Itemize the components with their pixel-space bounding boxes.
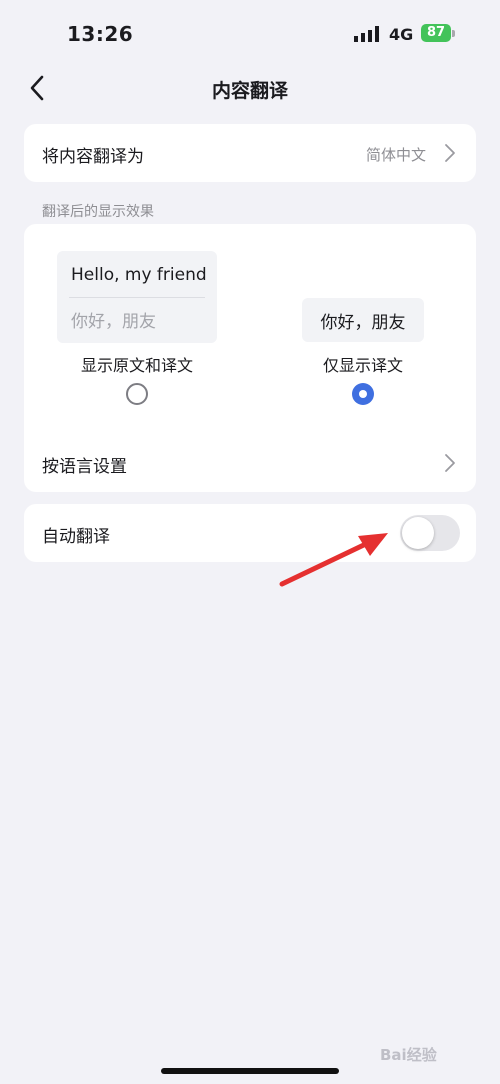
translate-to-row[interactable]: 将内容翻译为 简体中文 xyxy=(24,124,476,182)
auto-translate-toggle[interactable] xyxy=(400,515,460,551)
preview-translation-text: 你好，朋友 xyxy=(320,313,406,333)
toggle-knob xyxy=(402,517,434,549)
network-type: 4G xyxy=(389,25,414,44)
status-time: 13:26 xyxy=(67,22,134,46)
radio-translation-only[interactable] xyxy=(352,383,374,405)
battery-level: 87 xyxy=(426,25,446,40)
red-arrow-annotation xyxy=(279,533,388,587)
home-indicator xyxy=(161,1068,339,1074)
translate-to-label: 将内容翻译为 xyxy=(42,147,144,167)
preview-translation-only[interactable]: 你好，朋友 xyxy=(302,298,424,342)
preview-chinese-text: 你好，朋友 xyxy=(71,312,156,332)
chevron-right-icon xyxy=(445,454,455,472)
option-translation-label: 仅显示译文 xyxy=(322,356,403,375)
by-language-row[interactable]: 按语言设置 xyxy=(24,436,476,492)
display-section-header: 翻译后的显示效果 xyxy=(42,204,154,220)
translate-to-value: 简体中文 xyxy=(365,146,426,164)
preview-english-text: Hello, my friend xyxy=(71,265,207,285)
by-language-label: 按语言设置 xyxy=(42,457,127,477)
radio-original-and-translation[interactable] xyxy=(126,383,148,405)
nav-bar: 内容翻译 xyxy=(0,60,500,116)
battery-tip xyxy=(452,30,455,37)
auto-translate-label: 自动翻译 xyxy=(42,527,110,547)
watermark: Bai经验 xyxy=(380,1046,437,1064)
signal-icon xyxy=(354,26,379,42)
battery-icon: 87 xyxy=(421,24,451,42)
option-original-label: 显示原文和译文 xyxy=(80,356,193,375)
chevron-right-icon xyxy=(445,144,455,162)
preview-divider xyxy=(69,297,205,298)
display-effect-card: Hello, my friend 你好，朋友 显示原文和译文 你好，朋友 仅显示… xyxy=(24,224,476,492)
preview-original-and-translation[interactable]: Hello, my friend 你好，朋友 xyxy=(57,251,217,343)
page-title: 内容翻译 xyxy=(211,80,288,102)
